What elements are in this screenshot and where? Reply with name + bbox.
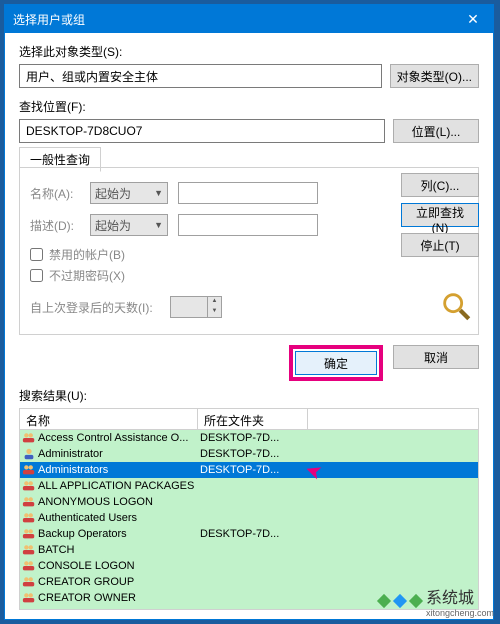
table-row[interactable]: Backup OperatorsDESKTOP-7D... [20,526,478,542]
locations-button[interactable]: 位置(L)... [393,119,479,143]
group-icon [22,559,36,573]
ok-button[interactable]: 确定 [295,351,377,375]
window-title: 选择用户或组 [13,11,85,28]
group-icon [22,607,36,610]
group-icon [22,575,36,589]
group-icon [22,463,36,477]
group-icon [22,431,36,445]
dialog-window: 选择用户或组 ✕ 选择此对象类型(S): 对象类型(O)... 查找位置(F):… [4,4,494,620]
column-name[interactable]: 名称 [20,409,198,429]
name-text-input[interactable] [178,182,318,204]
table-row[interactable]: ANONYMOUS LOGON [20,494,478,510]
ok-highlight: 确定 [289,345,383,381]
results-label: 搜索结果(U): [19,387,479,404]
desc-text-input[interactable] [178,214,318,236]
columns-button[interactable]: 列(C)... [401,173,479,197]
group-icon [22,495,36,509]
desc-label: 描述(D): [30,217,80,234]
desc-combo[interactable]: 起始为▼ [90,214,168,236]
name-combo[interactable]: 起始为▼ [90,182,168,204]
name-label: 名称(A): [30,185,80,202]
table-row[interactable]: AdministratorDESKTOP-7D... [20,446,478,462]
table-row[interactable]: CONSOLE LOGON [20,558,478,574]
find-now-button[interactable]: 立即查找(N) [401,203,479,227]
table-row[interactable]: ALL APPLICATION PACKAGES [20,478,478,494]
group-icon [22,591,36,605]
disabled-accounts-label: 禁用的帐户(B) [49,246,125,263]
location-label: 查找位置(F): [19,98,479,115]
stop-button[interactable]: 停止(T) [401,233,479,257]
search-icon [439,293,473,319]
table-row[interactable]: BATCH [20,542,478,558]
watermark: 系统城 xitongcheng.com [378,584,494,618]
non-expiring-checkbox[interactable] [30,269,43,282]
disabled-accounts-checkbox[interactable] [30,248,43,261]
group-icon [22,511,36,525]
days-label: 自上次登录后的天数(I): [30,299,160,316]
table-row[interactable]: Authenticated Users [20,510,478,526]
user-icon [22,447,36,461]
table-row[interactable]: Access Control Assistance O...DESKTOP-7D… [20,430,478,446]
object-type-label: 选择此对象类型(S): [19,43,479,60]
chevron-down-icon: ▼ [154,220,163,230]
group-icon [22,527,36,541]
table-row[interactable]: AdministratorsDESKTOP-7D... [20,462,478,478]
right-button-column: 列(C)... 立即查找(N) 停止(T) [401,173,479,257]
results-list[interactable]: Access Control Assistance O...DESKTOP-7D… [19,430,479,610]
close-button[interactable]: ✕ [453,5,493,33]
location-input[interactable] [19,119,385,143]
cancel-button[interactable]: 取消 [393,345,479,369]
non-expiring-label: 不过期密码(X) [49,267,125,284]
titlebar: 选择用户或组 ✕ [5,5,493,33]
chevron-down-icon: ▼ [154,188,163,198]
close-icon: ✕ [467,11,479,28]
column-folder[interactable]: 所在文件夹 [198,409,308,429]
object-type-input[interactable] [19,64,382,88]
object-types-button[interactable]: 对象类型(O)... [390,64,479,88]
days-spinner[interactable]: ▲▼ [170,296,222,318]
results-header: 名称 所在文件夹 [19,408,479,430]
group-icon [22,479,36,493]
group-icon [22,543,36,557]
